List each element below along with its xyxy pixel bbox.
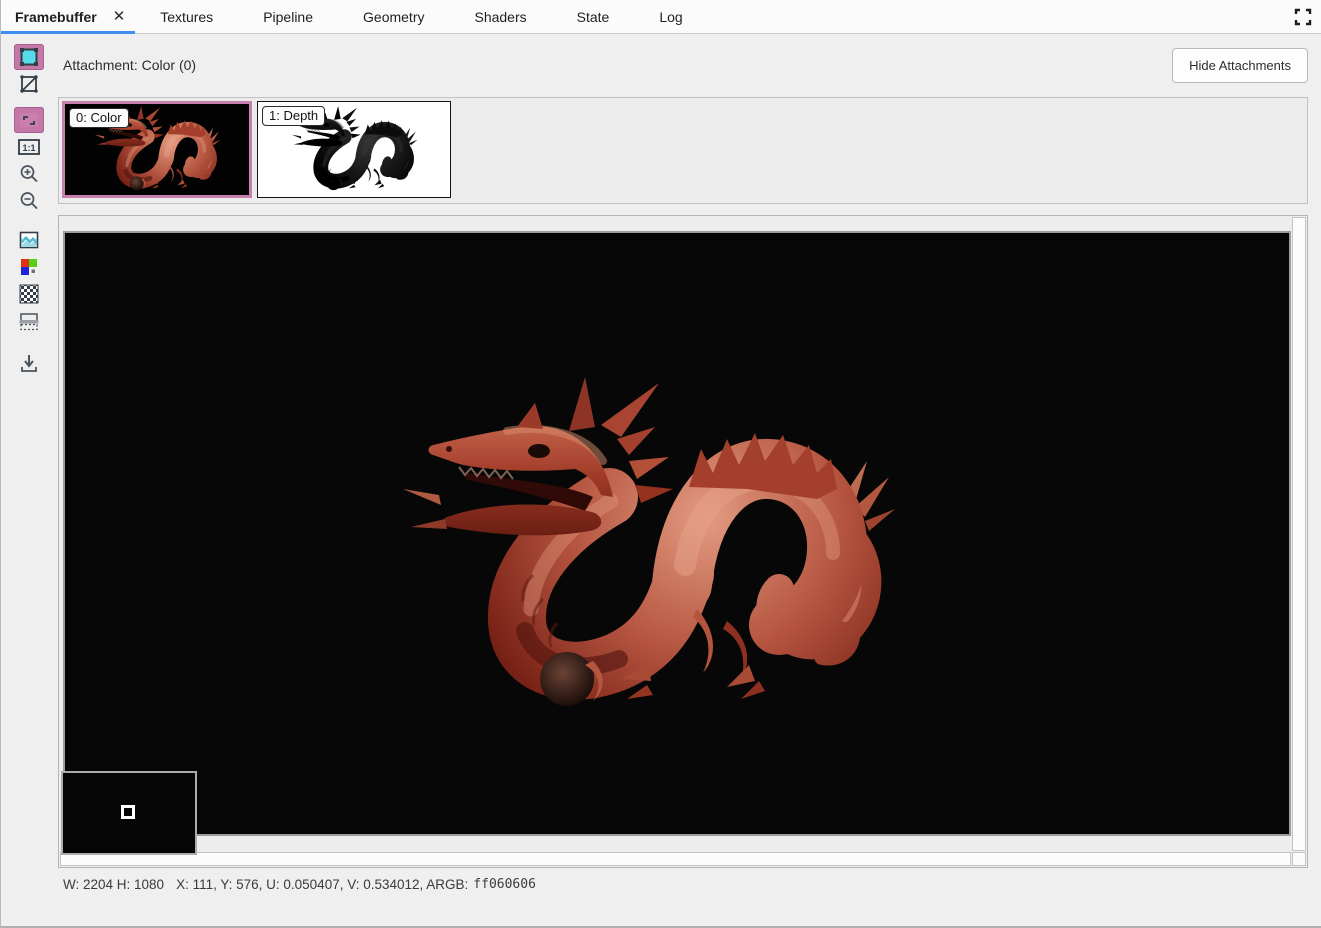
zoom-in-button[interactable] bbox=[14, 161, 44, 187]
save-image-button[interactable] bbox=[14, 350, 44, 376]
pixel-context-overlay bbox=[61, 771, 197, 855]
framebuffer-render-area[interactable] bbox=[63, 231, 1291, 836]
framebuffer-panel: Attachment: Color (0) Hide Attachments 0… bbox=[58, 33, 1308, 926]
tab-textures[interactable]: Textures bbox=[135, 0, 238, 33]
svg-text:1:1: 1:1 bbox=[22, 143, 35, 153]
zoom-out-icon bbox=[20, 192, 38, 210]
rgba-grid-icon bbox=[21, 259, 37, 275]
split-range-icon bbox=[19, 313, 39, 331]
close-icon[interactable]: ✕ bbox=[113, 9, 126, 24]
argb-value: ff060606 bbox=[473, 876, 536, 892]
texture-viewport bbox=[58, 215, 1308, 868]
save-icon bbox=[21, 355, 37, 372]
texture-dimensions: W: 2204 H: 1080 bbox=[63, 876, 165, 892]
vertical-scrollbar[interactable] bbox=[1292, 217, 1306, 851]
background-image-button[interactable] bbox=[14, 227, 44, 253]
solid-square-icon bbox=[20, 48, 38, 66]
fullscreen-icon[interactable] bbox=[1292, 6, 1314, 28]
tab-state[interactable]: State bbox=[552, 0, 635, 33]
rgba-channels-button[interactable] bbox=[14, 254, 44, 280]
tab-geometry[interactable]: Geometry bbox=[338, 0, 449, 33]
tab-framebuffer[interactable]: Framebuffer ✕ bbox=[1, 0, 136, 34]
actual-size-button[interactable]: 1:1 bbox=[14, 134, 44, 160]
display-solid-color-button[interactable] bbox=[14, 44, 44, 70]
texture-toolbar: 1:1 bbox=[1, 33, 57, 926]
thumbnail-depth-attachment[interactable]: 1: Depth bbox=[257, 101, 451, 198]
attachment-row: Attachment: Color (0) Hide Attachments bbox=[58, 33, 1308, 97]
checkerboard-background-button[interactable] bbox=[14, 281, 44, 307]
horizontal-scrollbar[interactable] bbox=[60, 852, 1291, 866]
thumbnail-depth-badge: 1: Depth bbox=[262, 106, 326, 126]
tab-log[interactable]: Log bbox=[634, 0, 707, 33]
fit-rectangle-icon bbox=[20, 113, 38, 127]
attachment-label: Attachment: Color (0) bbox=[63, 57, 197, 73]
tab-framebuffer-label: Framebuffer bbox=[15, 8, 97, 25]
attachment-thumbnail-strip: 0: Color 1: Depth bbox=[58, 97, 1308, 204]
scrollbar-corner bbox=[1292, 852, 1306, 866]
thumbnail-color-attachment[interactable]: 0: Color bbox=[62, 101, 252, 198]
dragon-render bbox=[397, 369, 897, 729]
zoom-in-icon bbox=[20, 165, 38, 183]
fit-to-window-button[interactable] bbox=[14, 107, 44, 133]
pixel-marker bbox=[121, 805, 135, 819]
split-range-button[interactable] bbox=[14, 308, 44, 334]
pixel-info: X: 111, Y: 576, U: 0.050407, V: 0.534012… bbox=[176, 876, 469, 892]
hide-attachments-button[interactable]: Hide Attachments bbox=[1172, 48, 1308, 83]
wireframe-square-icon bbox=[20, 75, 38, 93]
image-icon bbox=[19, 231, 39, 249]
thumbnail-color-badge: 0: Color bbox=[69, 108, 129, 128]
zoom-out-button[interactable] bbox=[14, 188, 44, 214]
status-bar: W: 2204 H: 1080 X: 111, Y: 576, U: 0.050… bbox=[58, 868, 1308, 900]
one-to-one-icon: 1:1 bbox=[18, 139, 40, 155]
checkerboard-icon bbox=[19, 284, 39, 304]
tab-pipeline[interactable]: Pipeline bbox=[238, 0, 338, 33]
tab-shaders[interactable]: Shaders bbox=[449, 0, 551, 33]
tab-bar: Framebuffer ✕ Textures Pipeline Geometry… bbox=[1, 0, 1321, 34]
display-wireframe-button[interactable] bbox=[14, 71, 44, 97]
